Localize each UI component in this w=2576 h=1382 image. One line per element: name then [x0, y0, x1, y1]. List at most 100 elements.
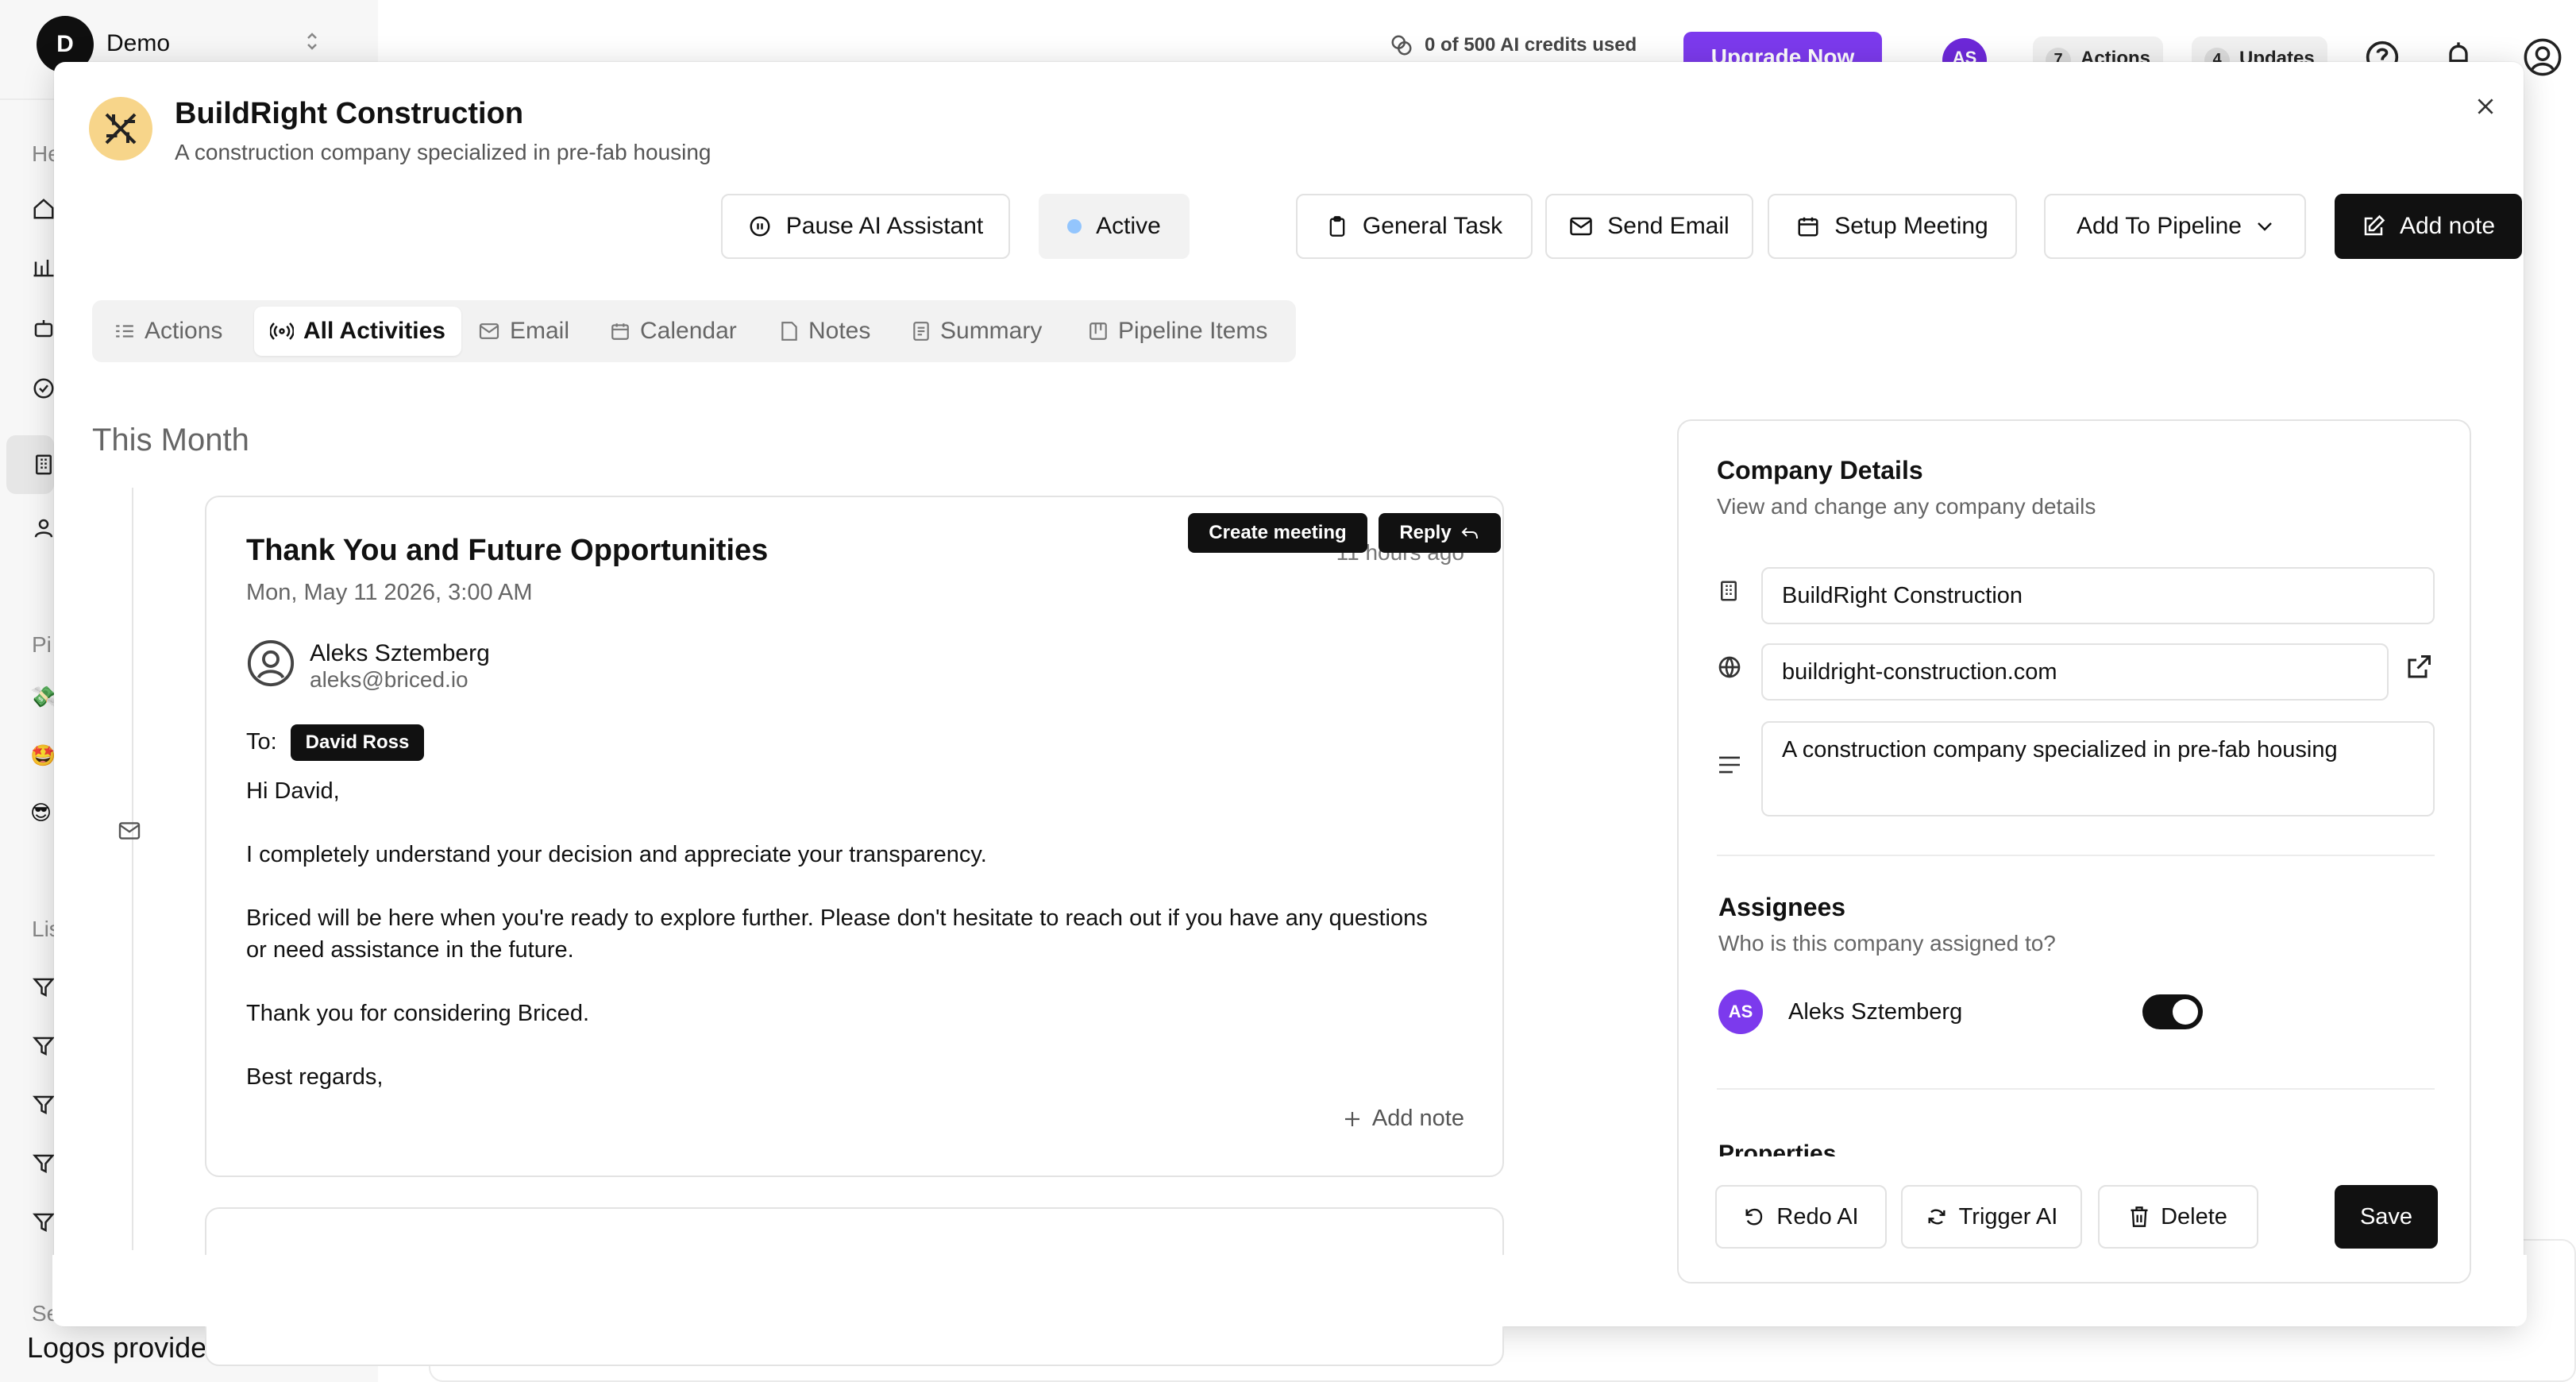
send-email-label: Send Email	[1607, 213, 1730, 239]
delete-label: Delete	[2161, 1203, 2227, 1230]
setup-meeting-button[interactable]: Setup Meeting	[1768, 194, 2017, 259]
add-note-button[interactable]: Add note	[2335, 194, 2522, 259]
tab-calendar[interactable]: Calendar	[594, 307, 753, 356]
reply-icon	[1460, 525, 1480, 541]
tab-actions[interactable]: Actions	[98, 307, 238, 356]
chevron-down-icon	[2256, 221, 2273, 232]
assignee-avatar: AS	[1718, 990, 1763, 1034]
user-icon[interactable]	[32, 516, 56, 540]
company-logo	[89, 97, 152, 160]
text-align-icon	[1717, 755, 1742, 775]
filter-icon[interactable]	[32, 1210, 56, 1234]
pipeline-emoji-icon[interactable]: 💸	[30, 685, 56, 709]
email-body-line: Best regards,	[246, 1064, 384, 1090]
clipboard-icon	[1326, 214, 1348, 238]
document-icon	[912, 321, 931, 342]
tab-label: Calendar	[640, 318, 737, 344]
delete-button[interactable]: Delete	[2098, 1185, 2258, 1249]
sidebar-section-label: Pi	[32, 632, 52, 657]
close-icon[interactable]	[2462, 83, 2509, 130]
filter-icon[interactable]	[32, 1093, 56, 1117]
tab-label: Notes	[808, 318, 871, 344]
reply-button[interactable]: Reply	[1379, 513, 1501, 553]
email-activity-card: Thank You and Future Opportunities Mon, …	[205, 496, 1504, 1177]
tab-label: All Activities	[303, 318, 445, 344]
general-task-button[interactable]: General Task	[1296, 194, 1533, 259]
company-name-input[interactable]: BuildRight Construction	[1761, 567, 2435, 624]
tab-label: Actions	[145, 318, 223, 344]
trigger-ai-button[interactable]: Trigger AI	[1901, 1185, 2082, 1249]
email-body-line: Briced will be here when you're ready to…	[246, 905, 1428, 931]
mail-icon	[478, 322, 500, 340]
status-badge[interactable]: Active	[1039, 194, 1190, 259]
ai-credits-text: 0 of 500 AI credits used	[1425, 34, 1637, 56]
home-icon[interactable]	[32, 197, 56, 221]
section-divider	[1717, 855, 2435, 856]
chevron-updown-icon[interactable]	[305, 30, 319, 52]
company-name: BuildRight Construction	[175, 97, 524, 130]
timeline-line	[132, 488, 133, 1250]
add-to-pipeline-dropdown[interactable]: Add To Pipeline	[2044, 194, 2306, 259]
status-label: Active	[1096, 213, 1161, 239]
mail-icon	[1569, 216, 1593, 237]
properties-title: Properties	[1718, 1141, 1837, 1158]
email-subject: Thank You and Future Opportunities	[246, 534, 769, 567]
tab-label: Summary	[940, 318, 1043, 344]
filter-icon[interactable]	[32, 1034, 56, 1058]
email-body-line: Thank you for considering Briced.	[246, 1001, 589, 1026]
bot-icon[interactable]	[32, 316, 56, 340]
sender-avatar-icon	[246, 639, 295, 688]
chart-icon[interactable]	[32, 256, 56, 280]
plus-icon	[1344, 1110, 1361, 1128]
add-note-link[interactable]: Add note	[1344, 1106, 1464, 1132]
general-task-label: General Task	[1362, 213, 1503, 239]
create-meeting-button[interactable]: Create meeting	[1188, 513, 1367, 553]
account-icon[interactable]	[2522, 37, 2563, 78]
section-divider	[1717, 1088, 2435, 1090]
save-button[interactable]: Save	[2335, 1185, 2438, 1249]
website-input[interactable]: buildright-construction.com	[1761, 643, 2389, 701]
assignee-toggle[interactable]	[2142, 994, 2203, 1029]
trash-icon	[2129, 1206, 2150, 1228]
activity-tabs: Actions All Activities Email Calendar No…	[92, 300, 1296, 362]
recipient-chip[interactable]: David Ross	[291, 724, 424, 761]
pause-ai-button[interactable]: Pause AI Assistant	[721, 194, 1010, 259]
credits-icon	[1390, 33, 1413, 57]
filter-icon[interactable]	[32, 975, 56, 999]
pipeline-emoji-icon[interactable]: 😎	[30, 801, 52, 825]
calendar-icon	[1796, 214, 1820, 238]
to-label: To:	[246, 729, 277, 755]
tab-summary[interactable]: Summary	[896, 307, 1058, 356]
external-link-icon[interactable]	[2404, 653, 2433, 681]
status-dot-icon	[1067, 219, 1082, 234]
redo-ai-button[interactable]: Redo AI	[1715, 1185, 1887, 1249]
description-textarea[interactable]: A construction company specialized in pr…	[1761, 721, 2435, 816]
assignee-name: Aleks Sztemberg	[1788, 999, 1963, 1025]
pipeline-emoji-icon[interactable]: 🤩	[30, 743, 56, 768]
timeline-mail-icon	[118, 821, 141, 840]
pause-ai-label: Pause AI Assistant	[785, 213, 984, 239]
redo-ai-label: Redo AI	[1776, 1203, 1859, 1230]
tab-label: Email	[510, 318, 570, 344]
company-details-title: Company Details	[1717, 456, 1923, 484]
tab-email[interactable]: Email	[462, 307, 585, 356]
ai-credits: 0 of 500 AI credits used	[1390, 33, 1637, 57]
undo-icon	[1743, 1206, 1765, 1228]
assignees-title: Assignees	[1718, 893, 1846, 921]
filter-icon[interactable]	[32, 1152, 56, 1175]
company-description: A construction company specialized in pr…	[175, 140, 711, 164]
trigger-ai-label: Trigger AI	[1958, 1203, 2058, 1230]
sender-email: aleks@briced.io	[310, 667, 469, 692]
reply-label: Reply	[1399, 522, 1452, 543]
tab-notes[interactable]: Notes	[764, 307, 886, 356]
tab-all-activities[interactable]: All Activities	[254, 307, 461, 356]
check-circle-icon[interactable]	[32, 376, 56, 400]
send-email-button[interactable]: Send Email	[1545, 194, 1753, 259]
broadcast-icon	[270, 321, 294, 342]
building-icon[interactable]	[32, 453, 56, 477]
pause-icon	[748, 214, 772, 238]
tab-pipeline-items[interactable]: Pipeline Items	[1072, 307, 1283, 356]
workspace-name[interactable]: Demo	[106, 30, 170, 57]
refresh-icon	[1926, 1206, 1948, 1228]
list-check-icon	[114, 322, 135, 340]
